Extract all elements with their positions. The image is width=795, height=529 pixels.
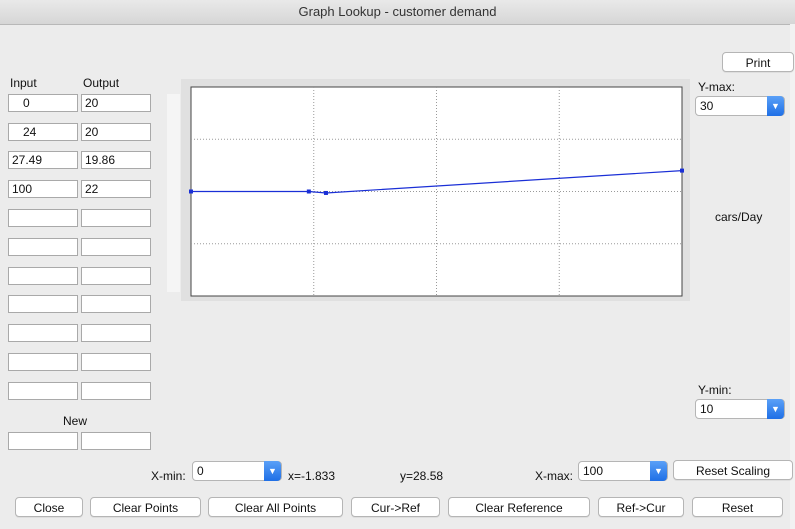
input-value (9, 240, 12, 254)
x-readout: x=-1.833 (288, 469, 336, 483)
units-label: cars/Day (715, 210, 763, 224)
xmax-label: X-max: (535, 469, 574, 483)
input-value (9, 297, 12, 311)
output-field-row-3[interactable]: 22 (81, 180, 151, 198)
xmin-select[interactable]: 0 ▼ (192, 461, 282, 481)
print-button[interactable]: Print (722, 52, 794, 72)
output-field-row-9[interactable] (81, 353, 151, 371)
chevron-down-icon: ▼ (767, 96, 784, 116)
output-field-row-6[interactable] (81, 267, 151, 285)
ymax-value: 30 (700, 99, 714, 113)
chevron-down-icon: ▼ (767, 399, 784, 419)
clear-points-button[interactable]: Clear Points (90, 497, 201, 517)
output-value (82, 269, 85, 283)
output-value: 19.86 (85, 153, 116, 167)
input-value: 27.49 (12, 153, 43, 167)
clear-reference-button[interactable]: Clear Reference (448, 497, 590, 517)
input-field-row-1[interactable]: 24 (8, 123, 78, 141)
data-point-2 (323, 190, 328, 195)
new-output-field[interactable] (81, 432, 151, 450)
input-field-row-3[interactable]: 100 (8, 180, 78, 198)
input-value: 100 (12, 182, 33, 196)
output-value (82, 355, 85, 369)
new-input-field[interactable] (8, 432, 78, 450)
input-value: 24 (23, 125, 37, 139)
clear-all-points-button[interactable]: Clear All Points (208, 497, 343, 517)
new-label: New (63, 414, 88, 428)
input-value (9, 355, 12, 369)
input-field-row-5[interactable] (8, 238, 78, 256)
data-point-3 (680, 168, 684, 173)
input-value (9, 269, 12, 283)
input-value (9, 384, 12, 398)
ymin-value: 10 (700, 402, 714, 416)
input-field-row-8[interactable] (8, 324, 78, 342)
input-field-row-7[interactable] (8, 295, 78, 313)
plot-scroll-strip[interactable] (167, 94, 180, 292)
output-value: 20 (85, 125, 99, 139)
ymax-label: Y-max: (698, 80, 735, 94)
close-button[interactable]: Close (15, 497, 83, 517)
output-field-row-8[interactable] (81, 324, 151, 342)
output-field-row-4[interactable] (81, 209, 151, 227)
chevron-down-icon: ▼ (264, 461, 281, 481)
ref-to-cur-button[interactable]: Ref->Cur (598, 497, 684, 517)
xmax-select[interactable]: 100 ▼ (578, 461, 668, 481)
output-field-row-7[interactable] (81, 295, 151, 313)
chevron-down-icon: ▼ (650, 461, 667, 481)
cur-to-ref-button[interactable]: Cur->Ref (351, 497, 440, 517)
data-point-1 (306, 189, 311, 194)
output-field-row-0[interactable]: 20 (81, 94, 151, 112)
xmax-value: 100 (583, 464, 604, 478)
xmin-value: 0 (197, 464, 204, 478)
output-value (82, 384, 85, 398)
output-value (82, 240, 85, 254)
input-value (9, 211, 12, 225)
plot-area (181, 79, 690, 301)
input-value (9, 326, 12, 340)
ymax-select[interactable]: 30 ▼ (695, 96, 785, 116)
input-header: Input (10, 76, 37, 90)
input-value: 0 (23, 96, 30, 110)
input-field-row-6[interactable] (8, 267, 78, 285)
input-field-row-0[interactable]: 0 (8, 94, 78, 112)
xmin-label: X-min: (151, 469, 186, 483)
reset-button[interactable]: Reset (692, 497, 783, 517)
window-title: Graph Lookup - customer demand (0, 0, 795, 25)
window-edge (790, 24, 795, 529)
output-field-row-1[interactable]: 20 (81, 123, 151, 141)
input-field-row-10[interactable] (8, 382, 78, 400)
output-value (82, 297, 85, 311)
input-field-row-4[interactable] (8, 209, 78, 227)
data-point-0 (189, 189, 193, 194)
output-value: 20 (85, 96, 99, 110)
lookup-graph[interactable] (181, 79, 690, 301)
output-field-row-5[interactable] (81, 238, 151, 256)
output-value: 22 (85, 182, 99, 196)
input-field-row-2[interactable]: 27.49 (8, 151, 78, 169)
output-header: Output (83, 76, 120, 90)
reset-scaling-button[interactable]: Reset Scaling (673, 460, 793, 480)
y-readout: y=28.58 (400, 469, 444, 483)
ymin-label: Y-min: (698, 383, 732, 397)
output-field-row-2[interactable]: 19.86 (81, 151, 151, 169)
output-field-row-10[interactable] (81, 382, 151, 400)
ymin-select[interactable]: 10 ▼ (695, 399, 785, 419)
output-value (82, 326, 85, 340)
output-value (82, 211, 85, 225)
input-field-row-9[interactable] (8, 353, 78, 371)
